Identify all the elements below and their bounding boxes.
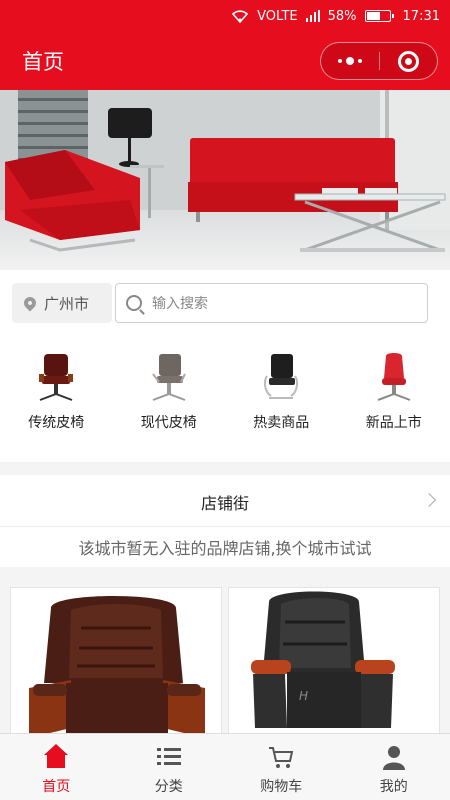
chair-icon <box>39 354 74 401</box>
tab-cart[interactable]: 购物车 <box>225 734 338 800</box>
category-hot-products[interactable]: 热卖商品 <box>225 338 338 462</box>
chair-icon <box>151 354 186 401</box>
app-header: 首页 <box>0 32 450 90</box>
category-new-arrivals[interactable]: 新品上市 <box>338 338 450 462</box>
tab-home[interactable]: 首页 <box>0 734 113 800</box>
banner-image[interactable] <box>0 90 450 270</box>
shop-street-header[interactable]: 店铺街 <box>0 475 450 527</box>
list-icon <box>156 744 182 770</box>
search-icon <box>126 295 142 311</box>
close-mini-program-button[interactable] <box>380 43 438 79</box>
tab-category[interactable]: 分类 <box>113 734 226 800</box>
chair-icon <box>264 354 299 399</box>
category-label: 新品上市 <box>365 415 422 431</box>
search-input[interactable]: 输入搜索 <box>115 283 428 323</box>
mini-program-capsule <box>320 42 438 80</box>
svg-text:H: H <box>299 689 308 703</box>
user-icon <box>381 744 407 770</box>
category-traditional-leather-chair[interactable]: 传统皮椅 <box>0 338 113 462</box>
tab-label: 首页 <box>42 779 71 795</box>
category-grid: 传统皮椅 现代皮椅 热卖商品 新品上市 <box>0 338 450 462</box>
signal-icon <box>305 10 320 22</box>
category-modern-leather-chair[interactable]: 现代皮椅 <box>113 338 226 462</box>
shop-empty-message: 该城市暂无入驻的品牌店铺,换个城市试试 <box>0 527 450 567</box>
search-placeholder: 输入搜索 <box>152 296 208 312</box>
wifi-icon <box>231 9 249 23</box>
target-icon <box>397 50 419 72</box>
shop-street-title: 店铺街 <box>200 494 249 513</box>
product-card[interactable] <box>10 587 222 737</box>
clock: 17:31 <box>402 8 440 24</box>
brown-leather-office-chair <box>11 588 221 736</box>
location-pin-icon <box>21 294 39 312</box>
category-label: 热卖商品 <box>253 415 310 431</box>
more-dots-icon <box>337 57 362 65</box>
status-bar: VOLTE 58% 17:31 <box>0 0 450 32</box>
tab-label: 购物车 <box>260 779 303 795</box>
tab-label: 分类 <box>154 779 183 795</box>
cart-icon <box>268 744 294 770</box>
page-title: 首页 <box>22 50 64 74</box>
city-name: 广州市 <box>44 294 90 313</box>
category-label: 现代皮椅 <box>140 415 197 431</box>
more-button[interactable] <box>321 43 379 79</box>
network-type: VOLTE <box>257 8 298 24</box>
chair-icon <box>377 353 411 401</box>
black-leather-office-chair: H <box>229 588 439 736</box>
category-label: 传统皮椅 <box>28 415 85 431</box>
battery-fill <box>366 12 381 20</box>
battery-percent: 58% <box>327 8 357 24</box>
product-card[interactable]: H <box>228 587 440 737</box>
bottom-tab-bar: 首页 分类 购物车 我的 <box>0 733 450 800</box>
city-selector[interactable]: 广州市 <box>12 283 112 323</box>
tab-profile[interactable]: 我的 <box>338 734 450 800</box>
home-icon <box>43 744 69 770</box>
search-row: 广州市 输入搜索 <box>0 270 450 338</box>
battery-icon <box>364 10 395 22</box>
tab-label: 我的 <box>379 779 408 795</box>
